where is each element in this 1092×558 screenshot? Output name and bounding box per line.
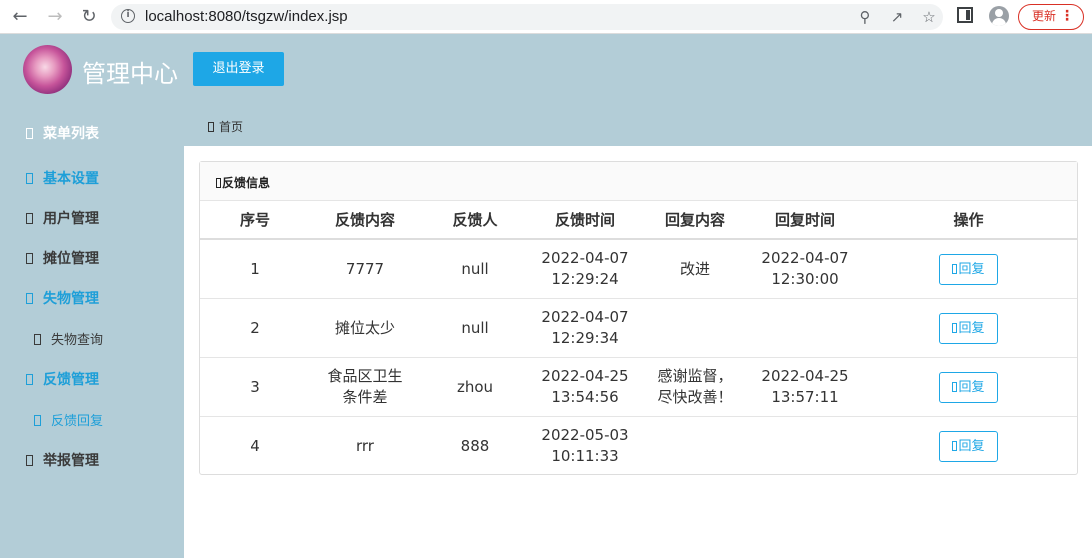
cell-content: 7777 — [310, 239, 420, 299]
cell-action: 回复 — [860, 417, 1077, 476]
reply-button[interactable]: 回复 — [939, 430, 998, 462]
feedback-panel: 反馈信息 序号 反馈内容 反馈人 反馈时间 回复内容 回复时间 操作 1 777… — [199, 161, 1078, 475]
reply-button[interactable]: 回复 — [939, 371, 998, 403]
panel-header: 反馈信息 — [200, 162, 1077, 201]
reply-icon — [34, 415, 41, 426]
cell-content: 摊位太少 — [310, 298, 420, 358]
column-header: 反馈人 — [420, 200, 530, 240]
cell-no: 1 — [200, 239, 310, 299]
reply-icon — [952, 322, 958, 333]
cell-reply-time: 2022-04-07 12:30:00 — [750, 239, 860, 299]
sidebar-item-feedback-management[interactable]: 反馈管理 — [26, 369, 99, 389]
column-header: 回复内容 — [640, 200, 750, 240]
cell-reply-time: 2022-04-25 13:57:11 — [750, 357, 860, 417]
cell-no: 4 — [250, 436, 260, 455]
cell-time: 2022-04-07 12:29:24 — [530, 239, 640, 299]
address-bar[interactable]: i localhost:8080/tsgzw/index.jsp ⚲ ↗ ☆ — [111, 4, 943, 30]
share-icon[interactable]: ↗ — [887, 7, 907, 27]
sidebar-item-report-management[interactable]: 举报管理 — [26, 450, 99, 470]
cell-time: 2022-04-07 12:29:34 — [530, 298, 640, 358]
cell-reply-time — [750, 298, 860, 358]
column-header: 操作 — [860, 200, 1077, 240]
cell-user: zhou — [420, 357, 530, 417]
table-row: 2 摊位太少 null 2022-04-07 12:29:34 回复 — [200, 298, 1077, 358]
cell-action: 回复 — [860, 298, 1077, 358]
forward-arrow-icon[interactable]: → — [44, 6, 66, 28]
column-header: 反馈时间 — [530, 200, 640, 240]
bookmark-star-icon[interactable]: ☆ — [919, 7, 939, 27]
cell-reply: 改进 — [640, 239, 750, 299]
breadcrumb-bar: 首页 — [184, 106, 1092, 146]
browser-toolbar: ← → ↻ i localhost:8080/tsgzw/index.jsp ⚲… — [0, 0, 1092, 34]
sidebar-item-stall-management[interactable]: 摊位管理 — [26, 248, 99, 268]
menu-icon — [26, 128, 33, 139]
app-header: 管理中心 退出登录 — [0, 34, 1092, 106]
site-info-icon[interactable]: i — [121, 9, 135, 23]
home-icon — [208, 122, 214, 132]
kebab-menu-icon: ⋮ — [1060, 8, 1074, 24]
list-icon — [216, 178, 221, 188]
column-header: 反馈内容 — [310, 200, 420, 240]
profile-avatar-icon[interactable] — [989, 6, 1009, 26]
table-row: 4 rrr 888 2022-05-03 10:11:33 回复 — [200, 417, 1077, 476]
sidebar-item-user-management[interactable]: 用户管理 — [26, 208, 99, 228]
update-label: 更新 — [1032, 9, 1057, 23]
cell-reply-time — [750, 417, 860, 476]
settings-icon — [26, 173, 33, 184]
breadcrumb[interactable]: 首页 — [208, 118, 243, 135]
url-text[interactable]: localhost:8080/tsgzw/index.jsp — [145, 8, 348, 25]
reply-icon — [952, 263, 958, 274]
column-header: 回复时间 — [750, 200, 860, 240]
logo-image — [23, 45, 72, 94]
side-panel-icon[interactable] — [957, 7, 973, 23]
sidebar-subitem-lost-item-query[interactable]: 失物查询 — [34, 329, 103, 348]
update-button[interactable]: 更新 ⋮ — [1018, 4, 1084, 30]
key-icon[interactable]: ⚲ — [855, 7, 875, 27]
cell-action: 回复 — [860, 239, 1077, 299]
report-icon — [26, 455, 33, 466]
table-row: 3 食品区卫生 条件差 zhou 2022-04-25 13:54:56 感谢监… — [200, 357, 1077, 417]
query-icon — [34, 334, 41, 345]
sidebar-subitem-feedback-reply[interactable]: 反馈回复 — [34, 410, 103, 429]
reload-icon[interactable]: ↻ — [78, 6, 100, 28]
stall-icon — [26, 253, 33, 264]
app-title: 管理中心 — [82, 60, 178, 88]
sidebar: 菜单列表 基本设置 用户管理 摊位管理 失物管理 失物查询 反馈管理 反馈回复 … — [0, 106, 184, 558]
sidebar-item-lost-item-management[interactable]: 失物管理 — [26, 288, 99, 308]
column-header: 序号 — [200, 200, 310, 240]
logout-button[interactable]: 退出登录 — [193, 52, 284, 86]
sidebar-item-basic-settings[interactable]: 基本设置 — [26, 168, 99, 188]
reply-button[interactable]: 回复 — [939, 253, 998, 285]
cell-user: null — [420, 239, 530, 299]
cell-time: 2022-05-03 10:11:33 — [541, 426, 629, 465]
cell-reply: 感谢监督， 尽快改善！ — [640, 357, 750, 417]
reply-icon — [952, 440, 958, 451]
cell-time: 2022-04-25 13:54:56 — [530, 357, 640, 417]
cell-no: 3 — [200, 357, 310, 417]
sidebar-menu-header: 菜单列表 — [26, 123, 99, 143]
user-icon — [26, 213, 33, 224]
cell-reply — [640, 417, 750, 476]
feedback-icon — [26, 374, 33, 385]
cell-content: rrr — [356, 436, 374, 455]
lost-item-icon — [26, 293, 33, 304]
table-row: 1 7777 null 2022-04-07 12:29:24 改进 2022-… — [200, 239, 1077, 299]
back-arrow-icon[interactable]: ← — [9, 6, 31, 28]
cell-user: null — [420, 298, 530, 358]
cell-reply — [640, 298, 750, 358]
feedback-table: 序号 反馈内容 反馈人 反馈时间 回复内容 回复时间 操作 1 7777 nul… — [200, 200, 1077, 475]
panel-title: 反馈信息 — [216, 174, 270, 191]
cell-action: 回复 — [860, 357, 1077, 417]
cell-no: 2 — [200, 298, 310, 358]
cell-user: 888 — [460, 436, 490, 455]
cell-content: 食品区卫生 条件差 — [310, 357, 420, 417]
table-header-row: 序号 反馈内容 反馈人 反馈时间 回复内容 回复时间 操作 — [200, 200, 1077, 240]
logout-label: 退出登录 — [212, 61, 265, 76]
reply-icon — [952, 381, 958, 392]
reply-button[interactable]: 回复 — [939, 312, 998, 344]
